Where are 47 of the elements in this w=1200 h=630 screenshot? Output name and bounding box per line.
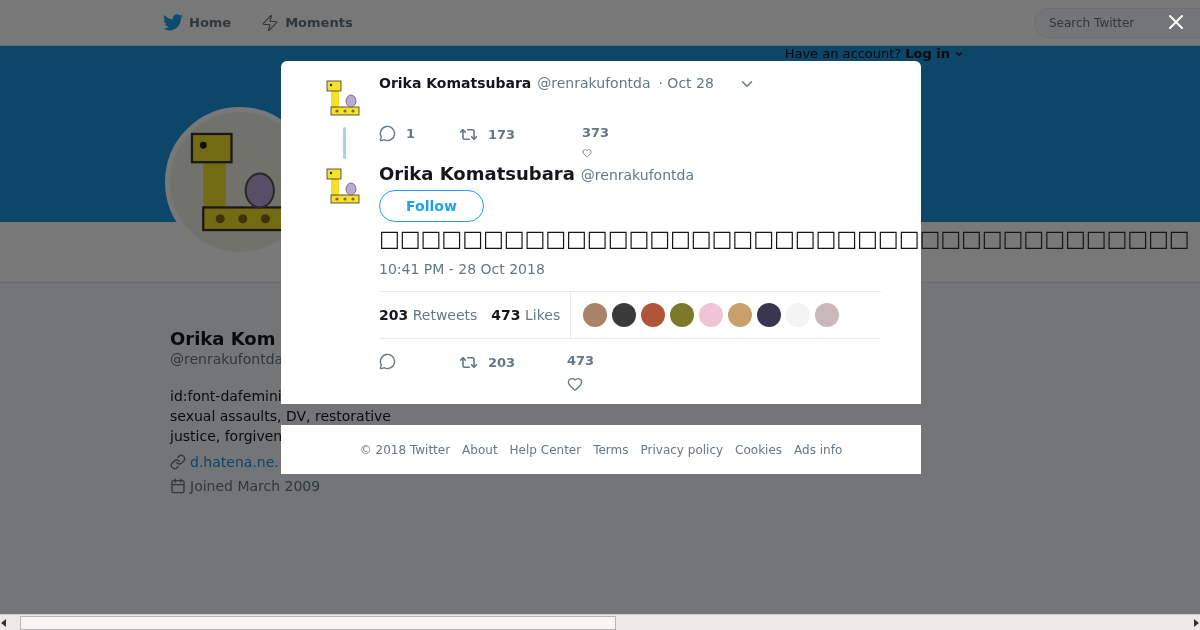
heart-icon <box>582 148 592 158</box>
scroll-left-icon[interactable] <box>0 618 8 627</box>
likes-stat[interactable]: 473 Likes <box>491 307 561 323</box>
liker-avatar[interactable] <box>757 303 782 327</box>
login-prompt: Have an account? <box>784 46 902 61</box>
footer-link[interactable]: Cookies <box>735 442 783 457</box>
footer-link[interactable]: Help Center <box>509 442 582 457</box>
horizontal-scrollbar[interactable] <box>0 614 1200 630</box>
author-handle: @renrakufontda <box>580 167 694 183</box>
footer-link[interactable]: Terms <box>593 442 629 457</box>
bio-line: id:font-dafemini <box>170 387 283 406</box>
tweet-time: 10:41 PM - 28 Oct 2018 <box>379 261 546 277</box>
footer-link[interactable]: Privacy policy <box>640 442 724 457</box>
search-input[interactable]: Search Twitter <box>1047 14 1200 31</box>
tweet-date[interactable]: · Oct 28 <box>658 75 714 91</box>
joined-date: Joined March 2009 <box>190 478 321 494</box>
retweet-button[interactable]: 203 <box>459 353 567 372</box>
thread-line <box>342 127 346 159</box>
profile-handle: @renrakufontda <box>170 351 284 367</box>
calendar-icon <box>170 478 186 494</box>
author-name[interactable]: Orika Komatsubara <box>379 163 575 184</box>
author-handle: @renrakufontda <box>537 75 651 91</box>
like-button[interactable]: 373 <box>582 125 610 158</box>
lightning-icon <box>261 13 280 32</box>
scroll-right-icon[interactable] <box>1192 618 1200 627</box>
bio-line: sexual assaults, DV, restorative <box>170 407 391 426</box>
footer-link[interactable]: Ads info <box>794 442 843 457</box>
link-icon <box>170 454 186 470</box>
bio-line: justice, forgiven <box>170 427 284 446</box>
nav-link[interactable]: Home <box>163 14 232 31</box>
speech-bubble-icon <box>379 353 396 370</box>
retweet-button[interactable]: 173 <box>459 125 582 144</box>
heart-icon <box>567 376 583 392</box>
author-name[interactable]: Orika Komatsubara <box>379 75 532 91</box>
liker-avatar[interactable] <box>612 303 637 327</box>
footer-link[interactable]: © 2018 Twitter <box>359 442 451 457</box>
search-field[interactable]: Search Twitter <box>1034 7 1200 38</box>
footer-link[interactable]: About <box>462 442 498 457</box>
speech-bubble-icon <box>379 125 396 142</box>
reply-button[interactable]: 1 <box>379 125 459 142</box>
liker-avatar[interactable] <box>641 303 666 327</box>
profile-name: Orika Kom <box>170 328 276 349</box>
retweets-stat[interactable]: 203 Retweets <box>379 307 478 323</box>
follow-button[interactable]: Follow <box>379 190 484 222</box>
like-button[interactable]: 473 <box>567 353 595 392</box>
bird-logo-icon <box>163 14 183 31</box>
nav-link[interactable]: Moments <box>261 13 353 32</box>
